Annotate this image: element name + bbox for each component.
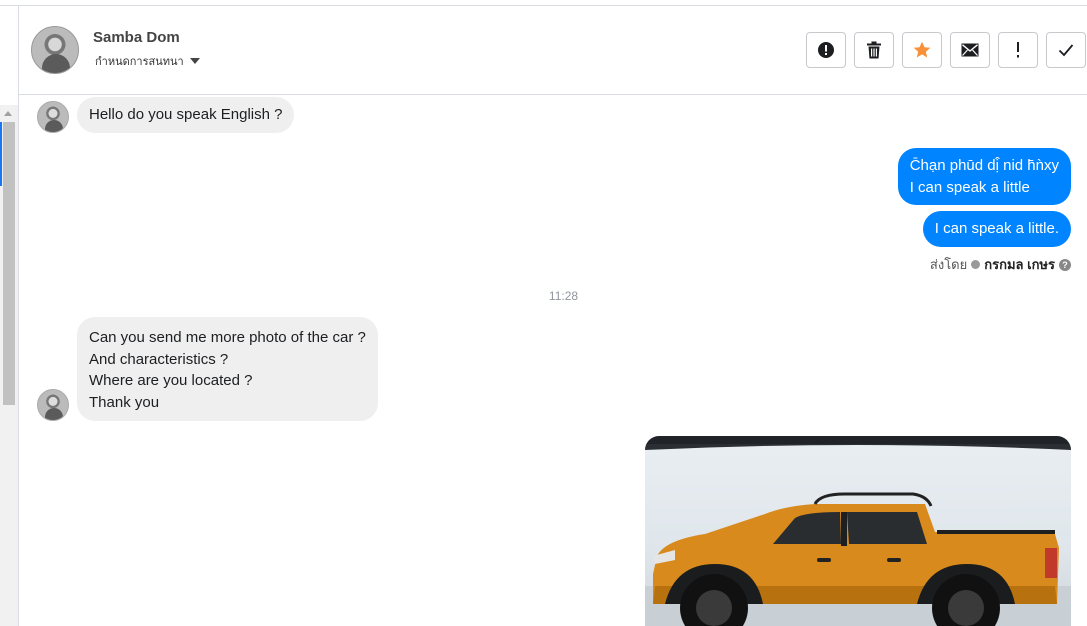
message-timestamp: 11:28	[548, 289, 579, 303]
orange-pickup-truck-image	[645, 436, 1071, 626]
incoming-message[interactable]: Can you send me more photo of the car ? …	[77, 317, 378, 421]
sent-by-name[interactable]: กรกมล เกษร	[984, 254, 1055, 275]
check-icon	[1058, 44, 1074, 57]
sender-avatar[interactable]	[37, 389, 69, 421]
outgoing-message[interactable]: I can speak a little.	[922, 211, 1071, 247]
star-icon	[913, 41, 931, 58]
help-icon[interactable]: ?	[1059, 258, 1071, 271]
delete-button[interactable]	[854, 32, 894, 68]
done-button[interactable]	[1046, 32, 1086, 68]
spam-button[interactable]	[998, 32, 1038, 68]
outgoing-message[interactable]: C̄hạn phūd dị̂ nid h̄ǹxy I can speak a l…	[897, 148, 1071, 205]
contact-name[interactable]: Samba Dom	[93, 29, 180, 46]
car-photo-attachment[interactable]	[645, 436, 1071, 626]
left-divider	[18, 6, 19, 626]
incoming-message[interactable]: Hello do you speak English ?	[77, 97, 295, 133]
conversation-settings-label: กำหนดการสนทนา	[95, 56, 184, 68]
caret-down-icon	[189, 58, 200, 64]
exclamation-circle-icon	[818, 42, 834, 58]
exclamation-icon	[1017, 42, 1019, 58]
conversation-header: Samba Dom กำหนดการสนทนา	[19, 6, 1087, 95]
messenger-window: Samba Dom กำหนดการสนทนา Hello do you spe…	[0, 0, 1087, 626]
trash-icon	[867, 41, 881, 59]
verified-icon	[971, 260, 981, 269]
envelope-icon	[961, 43, 979, 57]
scroll-up-arrow-icon[interactable]	[4, 111, 12, 116]
sender-avatar[interactable]	[37, 101, 69, 133]
conversation-settings-dropdown[interactable]: กำหนดการสนทนา	[95, 52, 200, 70]
scrollbar-thumb[interactable]	[3, 122, 15, 405]
sent-by-label: ส่งโดย	[929, 257, 968, 272]
mark-unread-button[interactable]	[950, 32, 990, 68]
star-button[interactable]	[902, 32, 942, 68]
scroll-indicator	[0, 122, 2, 186]
contact-avatar[interactable]	[31, 26, 79, 74]
sent-by-info: ส่งโดย กรกมล เกษร ?	[930, 254, 1071, 275]
report-button[interactable]	[806, 32, 846, 68]
